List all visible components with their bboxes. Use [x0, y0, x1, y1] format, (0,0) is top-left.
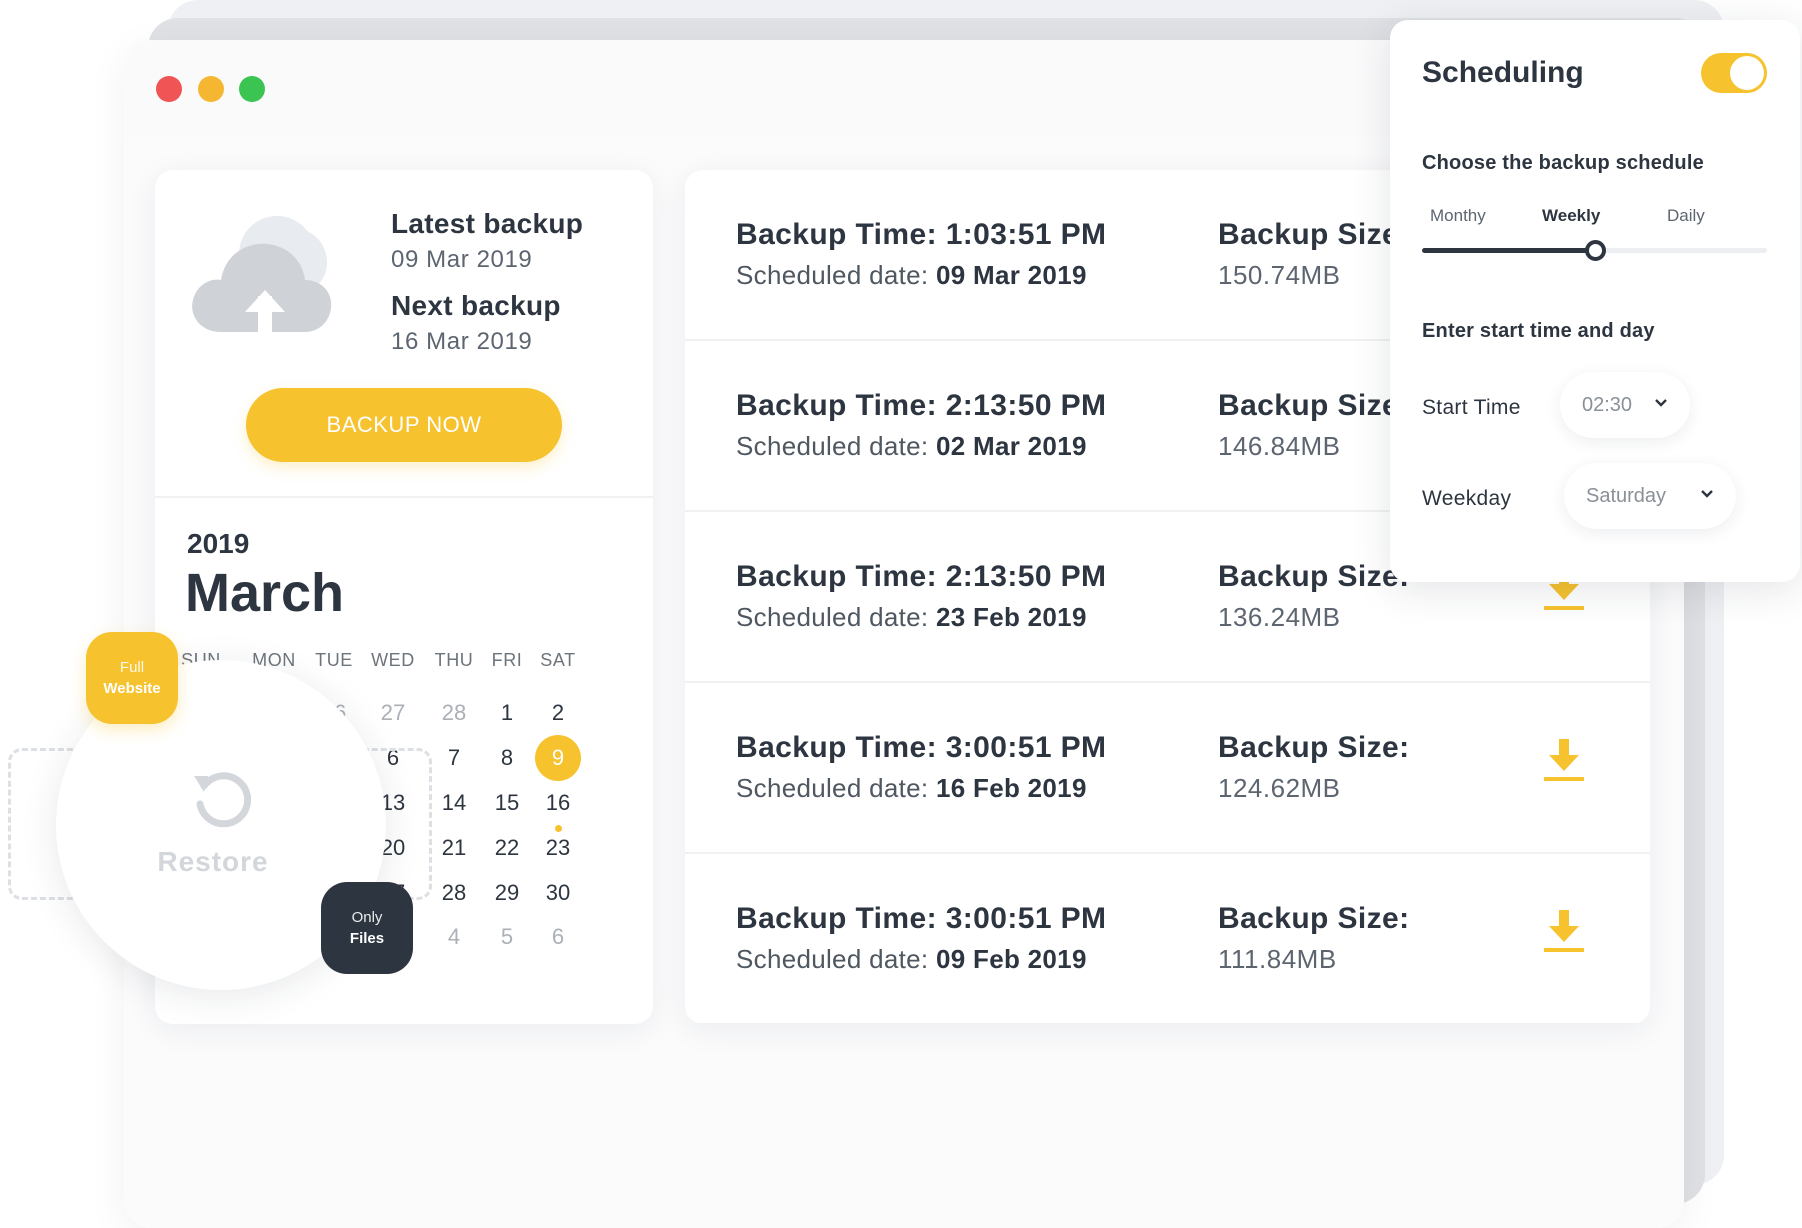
next-backup-date: 16 Mar 2019: [391, 328, 533, 355]
backup-size-label: Backup Size:: [1218, 218, 1410, 251]
start-section-label: Enter start time and day: [1422, 320, 1655, 342]
toggle-knob: [1730, 56, 1764, 90]
calendar-day[interactable]: 23: [535, 825, 581, 871]
close-window-button[interactable]: [156, 76, 182, 102]
start-time-value: 02:30: [1582, 393, 1633, 416]
calendar-day[interactable]: 1: [484, 690, 530, 736]
download-icon[interactable]: [1543, 737, 1585, 783]
backup-size-value: 111.84MB: [1218, 944, 1337, 974]
cloud-upload-icon: [192, 216, 332, 336]
backup-time: Backup Time: 2:13:50 PM: [736, 389, 1107, 422]
frequency-slider-handle[interactable]: [1585, 240, 1606, 261]
weekday-select[interactable]: Saturday: [1564, 463, 1736, 529]
next-backup-label: Next backup: [391, 290, 561, 321]
weekday-wed: WED: [371, 650, 415, 670]
full-website-bottom: Website: [103, 680, 161, 697]
calendar-day[interactable]: 16: [535, 780, 581, 826]
calendar-day[interactable]: 29: [484, 870, 530, 916]
start-time-select[interactable]: 02:30: [1560, 372, 1690, 438]
only-files-option[interactable]: Only Files: [321, 882, 413, 974]
calendar-day[interactable]: 15: [484, 780, 530, 826]
weekday-sat: SAT: [540, 650, 576, 670]
calendar-day[interactable]: 30: [535, 870, 581, 916]
scheduled-date-value: 23 Feb 2019: [935, 602, 1087, 632]
scheduled-date-label: Scheduled date:: [736, 431, 929, 461]
weekday-value: Saturday: [1586, 484, 1667, 507]
restore-label: Restore: [157, 846, 269, 877]
backup-time: Backup Time: 3:00:51 PM: [736, 902, 1107, 935]
start-time-label: Start Time: [1422, 396, 1521, 419]
calendar-day[interactable]: 9: [535, 735, 581, 781]
calendar-day[interactable]: 14: [431, 780, 477, 826]
download-icon[interactable]: [1543, 908, 1585, 954]
backup-row: Backup Time: 3:00:51 PM Scheduled date: 1…: [685, 683, 1650, 854]
scheduled-date: Scheduled date: 23 Feb 2019: [736, 602, 1087, 633]
backup-now-button[interactable]: BACKUP NOW: [246, 388, 562, 462]
full-website-top: Full: [119, 659, 145, 676]
backup-time: Backup Time: 2:13:50 PM: [736, 560, 1107, 593]
frequency-slider[interactable]: [1422, 240, 1767, 261]
backup-time: Backup Time: 3:00:51 PM: [736, 731, 1107, 764]
backup-size-value: 146.84MB: [1218, 431, 1341, 461]
scheduled-date-value: 02 Mar 2019: [935, 431, 1087, 461]
calendar-year: 2019: [187, 528, 250, 559]
scheduled-date-value: 09 Feb 2019: [935, 944, 1087, 974]
calendar-day[interactable]: 28: [431, 870, 477, 916]
schedule-section-label: Choose the backup schedule: [1422, 152, 1704, 174]
backup-size-value: 150.74MB: [1218, 260, 1341, 290]
full-website-option[interactable]: Full Website: [86, 632, 178, 724]
scheduled-date-label: Scheduled date:: [736, 602, 929, 632]
scheduling-panel: Scheduling Choose the backup schedule Mo…: [1390, 20, 1800, 582]
calendar-day[interactable]: 4: [431, 914, 477, 960]
minimize-window-button[interactable]: [198, 76, 224, 102]
scheduled-date-label: Scheduled date:: [736, 260, 929, 290]
frequency-option-daily[interactable]: Daily: [1667, 206, 1705, 226]
panel-divider: [155, 496, 653, 498]
calendar-day[interactable]: 8: [484, 735, 530, 781]
calendar-day[interactable]: 7: [431, 735, 477, 781]
scheduled-date: Scheduled date: 16 Feb 2019: [736, 773, 1087, 804]
calendar-day[interactable]: 5: [484, 914, 530, 960]
scheduled-date: Scheduled date: 02 Mar 2019: [736, 431, 1087, 462]
scheduled-date-label: Scheduled date:: [736, 944, 929, 974]
backup-size-value: 124.62MB: [1218, 773, 1341, 803]
chevron-down-icon: [1655, 399, 1667, 407]
backup-size-value: 136.24MB: [1218, 602, 1341, 632]
scheduled-date: Scheduled date: 09 Feb 2019: [736, 944, 1087, 975]
calendar-day[interactable]: 22: [484, 825, 530, 871]
scheduling-title: Scheduling: [1422, 56, 1584, 89]
scheduled-date-value: 16 Feb 2019: [935, 773, 1087, 803]
scheduling-toggle[interactable]: [1701, 53, 1767, 93]
weekday-label: Weekday: [1422, 487, 1512, 510]
scheduled-date-value: 09 Mar 2019: [935, 260, 1087, 290]
calendar-day[interactable]: 27: [370, 690, 416, 736]
latest-backup-date: 09 Mar 2019: [391, 246, 533, 273]
backup-size-label: Backup Size:: [1218, 560, 1410, 593]
frequency-option-weekly[interactable]: Weekly: [1542, 206, 1600, 226]
maximize-window-button[interactable]: [239, 76, 265, 102]
backup-size-label: Backup Size:: [1218, 902, 1410, 935]
scheduled-date: Scheduled date: 09 Mar 2019: [736, 260, 1087, 291]
backup-size-label: Backup Size:: [1218, 731, 1410, 764]
latest-backup-label: Latest backup: [391, 208, 584, 239]
backup-time: Backup Time: 1:03:51 PM: [736, 218, 1107, 251]
backup-row: Backup Time: 3:00:51 PM Scheduled date: 0…: [685, 854, 1650, 1024]
chevron-down-icon: [1701, 490, 1713, 498]
only-files-bottom: Files: [349, 930, 385, 947]
frequency-slider-fill: [1422, 248, 1594, 253]
calendar-day[interactable]: 28: [431, 690, 477, 736]
restore-icon: [194, 772, 252, 828]
calendar-month: March: [185, 563, 345, 623]
backup-size-label: Backup Size:: [1218, 389, 1410, 422]
calendar-day[interactable]: 6: [535, 914, 581, 960]
calendar-day[interactable]: 2: [535, 690, 581, 736]
frequency-option-monthly[interactable]: Monthy: [1430, 206, 1486, 226]
scheduled-date-label: Scheduled date:: [736, 773, 929, 803]
calendar-day[interactable]: 21: [431, 825, 477, 871]
only-files-top: Only: [351, 909, 383, 926]
